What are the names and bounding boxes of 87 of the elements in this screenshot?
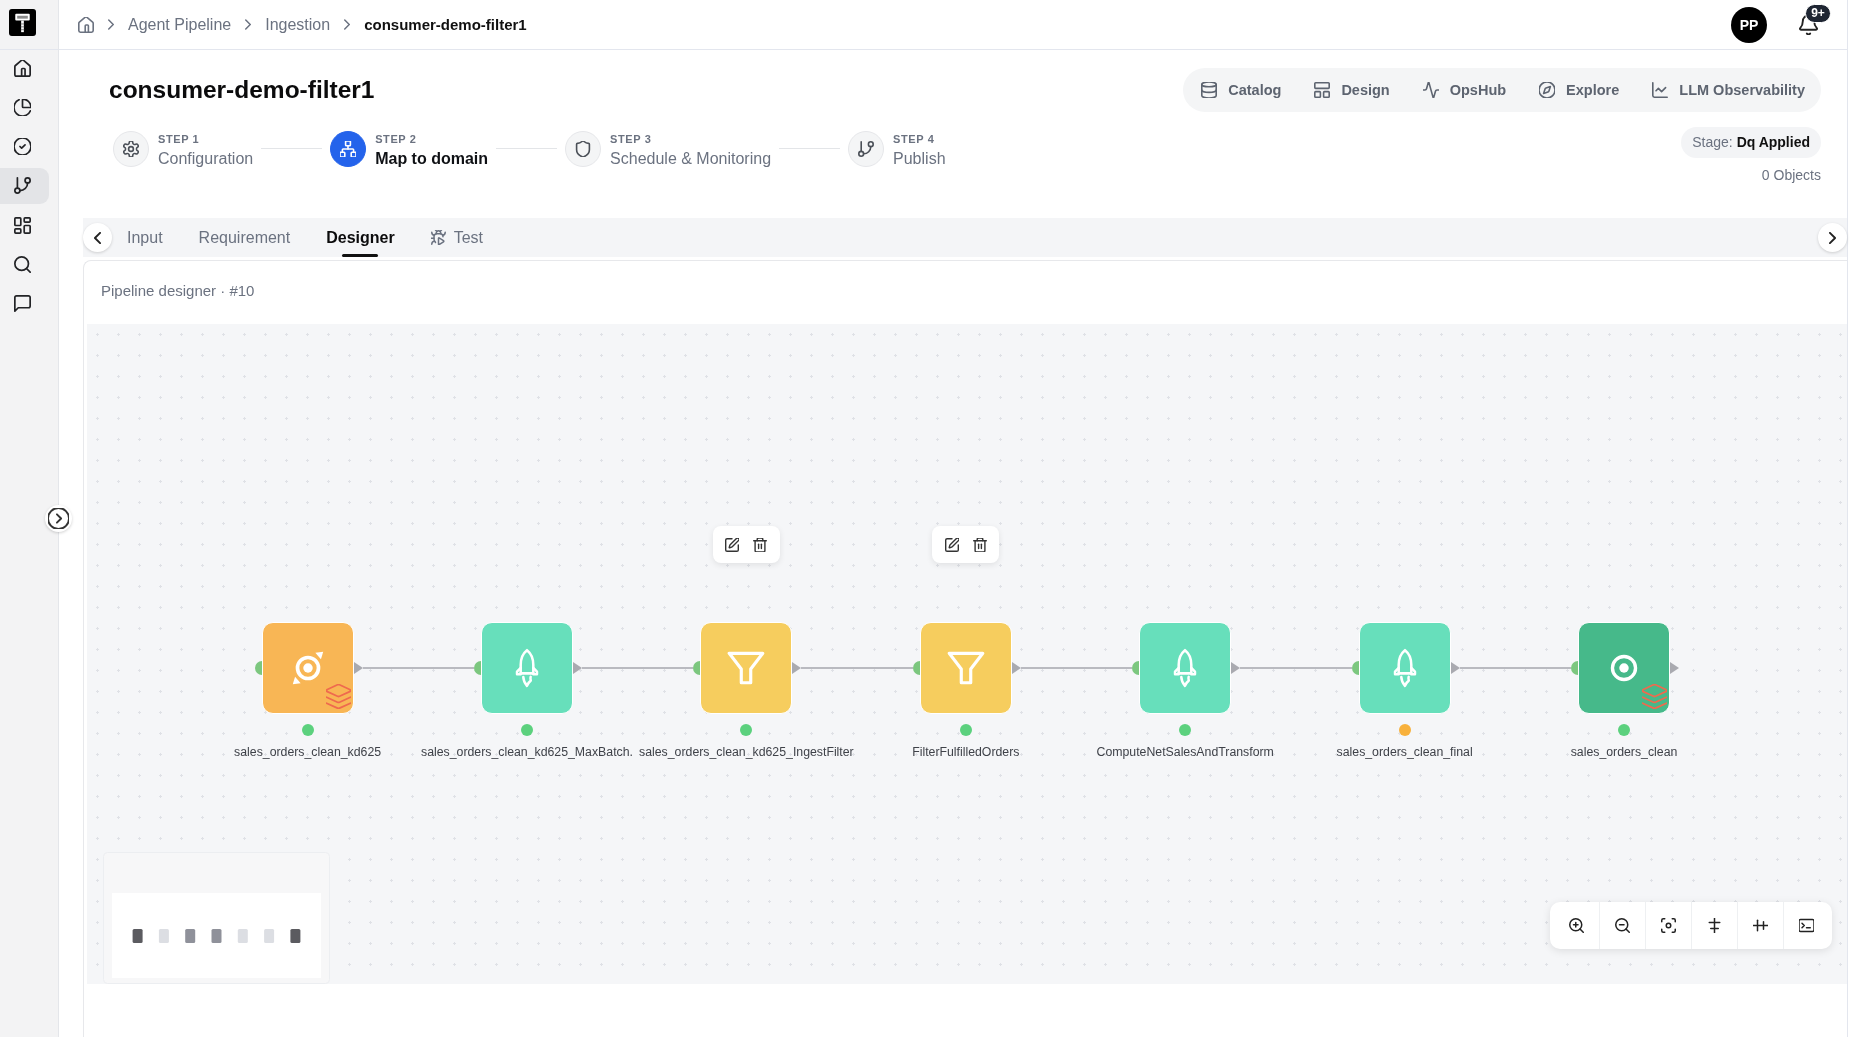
breadcrumb-link[interactable]: Ingestion <box>265 15 331 34</box>
pipeline-node[interactable] <box>481 622 573 714</box>
chevron-right-icon <box>108 19 114 30</box>
input-handle[interactable] <box>1132 661 1140 675</box>
step-title[interactable]: Configuration <box>158 149 254 169</box>
branch-icon[interactable] <box>848 130 885 167</box>
layers-icon <box>325 684 351 709</box>
search-icon <box>14 256 31 273</box>
node-label: sales_orders_clean <box>1570 745 1678 760</box>
layers-icon <box>1642 684 1667 709</box>
nav-link[interactable]: Design <box>1314 82 1390 98</box>
notification-count: 9+ <box>1805 3 1831 23</box>
gear-icon[interactable] <box>113 130 149 167</box>
node-label: sales_orders_clean_kd625_IngestFilter <box>639 745 854 760</box>
pipeline-node[interactable] <box>1358 622 1451 714</box>
step-number: STEP 2 <box>375 132 417 146</box>
expand-panel-button[interactable] <box>45 505 72 532</box>
node-label: sales_orders_clean_kd625_MaxBatch. <box>421 745 633 760</box>
nav-link[interactable]: OpsHub <box>1422 82 1507 98</box>
dashboard-icon <box>14 216 31 234</box>
pie-chart-icon <box>14 98 31 116</box>
zoom-out-icon <box>1615 918 1630 933</box>
home-icon <box>14 59 31 77</box>
chevron-right-icon <box>245 19 252 30</box>
step-title[interactable]: Publish <box>893 149 946 169</box>
network-icon[interactable] <box>330 130 367 167</box>
node-label: FilterFulfilledOrders <box>912 745 1020 760</box>
focus-icon <box>1661 918 1676 933</box>
align-horizontal-icon <box>1753 918 1768 933</box>
tab[interactable]: Input <box>127 218 163 257</box>
object-count: 0 Objects <box>1761 167 1821 183</box>
input-handle[interactable] <box>1571 661 1578 675</box>
zoom-in-icon <box>1568 918 1584 933</box>
step-number: STEP 1 <box>158 132 200 146</box>
node-label: sales_orders_clean_kd625 <box>234 745 382 760</box>
bug-icon <box>430 230 446 245</box>
trash-icon[interactable] <box>753 537 768 552</box>
terminal-icon <box>1799 918 1814 933</box>
tab[interactable]: Designer <box>326 218 395 257</box>
pipeline-node[interactable] <box>919 622 1012 714</box>
home-icon[interactable] <box>78 16 94 33</box>
tab[interactable]: Requirement <box>198 218 291 257</box>
input-handle[interactable] <box>912 661 920 675</box>
nav-link[interactable]: LLM Observability <box>1652 82 1805 98</box>
input-handle[interactable] <box>254 661 262 675</box>
input-handle[interactable] <box>474 661 481 675</box>
trash-icon[interactable] <box>972 537 987 552</box>
scroll-right-button[interactable] <box>1818 223 1847 252</box>
breadcrumb-link[interactable]: Agent Pipeline <box>128 15 232 34</box>
pipeline-node[interactable] <box>1578 622 1670 714</box>
pipeline-node[interactable] <box>1139 622 1232 714</box>
database-icon <box>1201 82 1218 98</box>
chevron-right-icon <box>1829 231 1836 244</box>
nav-link[interactable]: Explore <box>1539 82 1620 98</box>
hammer-logo[interactable] <box>9 9 36 36</box>
message-icon <box>14 295 31 313</box>
step-title[interactable]: Schedule & Monitoring <box>610 149 772 169</box>
line-chart-icon <box>1652 82 1669 98</box>
edit-icon[interactable] <box>944 537 959 552</box>
step-title[interactable]: Map to domain <box>375 149 489 169</box>
layout-icon <box>1314 82 1331 98</box>
edit-icon[interactable] <box>725 537 740 552</box>
step-number: STEP 4 <box>893 132 935 146</box>
align-vertical-icon <box>1707 918 1722 933</box>
sidebar-item[interactable] <box>0 167 49 204</box>
chevron-right-icon <box>344 19 351 30</box>
scroll-left-button[interactable] <box>83 223 112 252</box>
shield-icon[interactable] <box>565 130 602 167</box>
circle-chevron-right-icon <box>48 508 69 529</box>
step-number: STEP 3 <box>610 132 652 146</box>
stage-indicator: Stage: Dq Applied <box>1681 127 1821 158</box>
pipeline-node[interactable] <box>700 622 793 714</box>
user-avatar[interactable]: PP <box>1731 6 1767 43</box>
input-handle[interactable] <box>1351 661 1359 675</box>
branch-icon <box>14 177 31 195</box>
breadcrumb-link[interactable]: consumer-demo-filter1 <box>364 16 527 33</box>
chevron-left-icon <box>94 231 101 244</box>
node-label: sales_orders_clean_final <box>1336 745 1473 760</box>
pipeline-node[interactable] <box>261 622 354 714</box>
tab[interactable]: Test <box>430 218 483 257</box>
nav-link[interactable]: Catalog <box>1201 82 1282 98</box>
compass-icon <box>1539 82 1556 98</box>
page-title: consumer-demo-filter1 <box>109 76 375 104</box>
input-handle[interactable] <box>693 661 701 675</box>
panel-title: Pipeline designer · #10 <box>101 281 255 299</box>
activity-icon <box>1422 82 1439 98</box>
node-label: ComputeNetSalesAndTransform <box>1096 745 1274 760</box>
